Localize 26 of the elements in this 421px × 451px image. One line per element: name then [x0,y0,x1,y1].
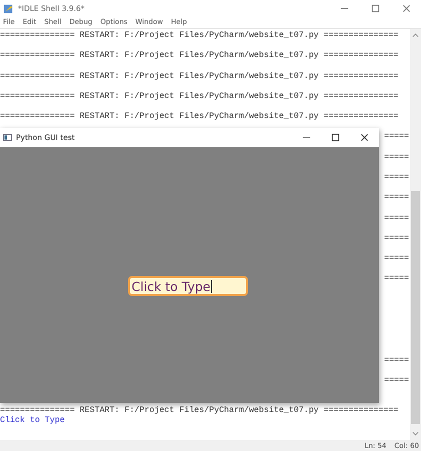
restart-line-fragment: ===== [384,274,409,284]
app-icon [3,2,14,14]
restart-line-fragment: ===== [384,376,409,386]
scroll-down-icon[interactable] [412,431,419,437]
text-entry-field[interactable]: Click to Type [128,276,248,296]
restart-line-fragment: ===== [384,214,409,224]
restart-line: =============== RESTART: F:/Project Files/PyCharm/website_t07.py =============== [0,92,398,102]
restart-line-fragment: ===== [384,173,409,184]
restart-line-fragment: ===== [384,193,409,204]
restart-line-fragment: ===== [384,132,409,142]
restart-line-fragment: ===== [384,254,409,264]
restart-line-fragment: ===== [384,234,409,244]
restart-line: =============== RESTART: F:/Project Files/PyCharm/website_t07.py =============== [0,31,398,42]
restart-line-fragment: ===== [384,356,409,366]
scrollbar-thumb[interactable] [411,191,420,424]
maximize-icon[interactable] [331,133,340,142]
restart-line: =============== RESTART: F:/Project Files/PyCharm/website_t07.py =============== [0,51,398,62]
app-icon [3,134,12,141]
restart-line: =============== RESTART: F:/Project Files/PyCharm/website_t07.py =============== [0,112,398,122]
close-icon[interactable] [360,133,369,142]
output-line: Click to Type [0,416,65,426]
restart-line: =============== RESTART: F:/Project Files/PyCharm/website_t07.py =============== [0,72,398,82]
scrollbar[interactable] [410,29,421,440]
restart-line: =============== RESTART: F:/Project Files/PyCharm/website_t07.py =============== [0,406,398,416]
scroll-up-icon[interactable] [412,32,419,38]
restart-line-fragment: ===== [384,152,409,163]
